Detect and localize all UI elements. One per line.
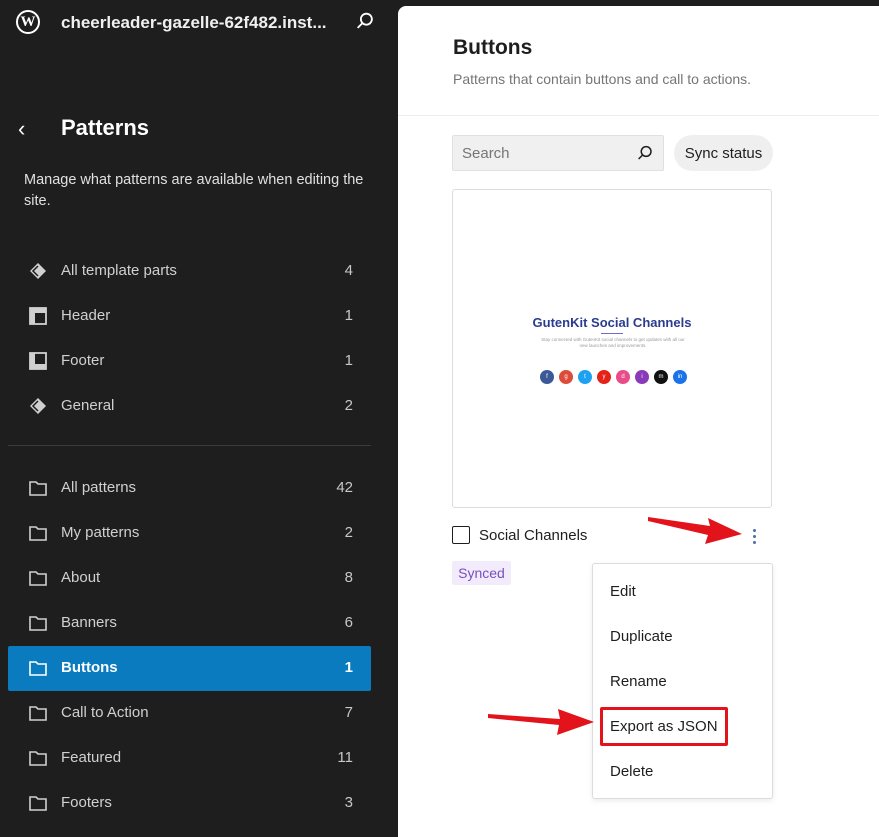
- sidebar-item-label: Banners: [61, 614, 117, 631]
- sidebar-item-my-patterns[interactable]: My patterns 2: [8, 511, 371, 556]
- sidebar-item-count: 2: [344, 524, 353, 541]
- menu-item-edit[interactable]: Edit: [593, 572, 772, 612]
- sidebar-item-about[interactable]: About 8: [8, 556, 371, 601]
- sidebar-item-general[interactable]: General 2: [8, 384, 371, 429]
- menu-item-duplicate[interactable]: Duplicate: [593, 617, 772, 657]
- topbar: W cheerleader-gazelle-62f482.inst...: [0, 0, 398, 48]
- instagram-icon: i: [635, 370, 649, 384]
- dribbble-icon: d: [616, 370, 630, 384]
- sidebar-item-all-template-parts[interactable]: All template parts 4: [8, 249, 371, 294]
- sidebar-item-featured[interactable]: Featured 11: [8, 736, 371, 781]
- panel-description: Manage what patterns are available when …: [24, 172, 364, 209]
- search-input[interactable]: [453, 136, 633, 170]
- preview-text: Stay connected with GutenKit social chan…: [541, 337, 685, 348]
- social-icons-row: f g t y d i m in: [540, 370, 687, 384]
- more-vertical-icon[interactable]: [744, 525, 764, 547]
- sidebar-item-footer[interactable]: Footer 1: [8, 339, 371, 384]
- main-content: Buttons Patterns that contain buttons an…: [398, 6, 879, 837]
- sidebar-item-header[interactable]: Header 1: [8, 294, 371, 339]
- preview-heading-underline: [601, 333, 623, 334]
- synced-badge: Synced: [452, 561, 511, 585]
- sidebar-item-count: 7: [344, 704, 353, 721]
- sidebar-item-count: 2: [344, 397, 353, 414]
- pattern-actions-menu: Edit Duplicate Rename Export as JSON Del…: [592, 563, 773, 799]
- page-subtitle: Patterns that contain buttons and call t…: [453, 71, 752, 87]
- sidebar: W cheerleader-gazelle-62f482.inst... ‹ P…: [0, 0, 398, 837]
- sidebar-divider: [8, 445, 371, 446]
- template-parts-list: All template parts 4 Header 1 Footer 1 G…: [8, 249, 371, 429]
- panel-title: Patterns: [61, 115, 150, 140]
- sidebar-item-all-patterns[interactable]: All patterns 42: [8, 466, 371, 511]
- diamond-icon: [30, 398, 46, 414]
- sidebar-item-count: 4: [344, 262, 353, 279]
- pattern-preview[interactable]: GutenKit Social Channels Stay connected …: [452, 189, 772, 508]
- medium-icon: m: [654, 370, 668, 384]
- sidebar-item-label: All patterns: [61, 479, 137, 496]
- pattern-categories-list: All patterns 42 My patterns 2 About 8 Ba…: [8, 466, 371, 826]
- sidebar-item-label: Featured: [61, 749, 122, 766]
- sidebar-item-count: 6: [344, 614, 353, 631]
- sidebar-item-count: 11: [337, 749, 353, 766]
- folder-icon: [29, 571, 47, 586]
- folder-icon: [29, 616, 47, 631]
- youtube-icon: y: [597, 370, 611, 384]
- sidebar-item-count: 1: [344, 659, 353, 676]
- sidebar-item-label: My patterns: [61, 524, 140, 541]
- search-icon[interactable]: [354, 10, 376, 32]
- sidebar-item-count: 3: [344, 794, 353, 811]
- sidebar-item-count: 1: [344, 307, 353, 324]
- menu-item-delete[interactable]: Delete: [593, 752, 772, 792]
- chevron-left-icon[interactable]: ‹: [18, 117, 36, 141]
- sidebar-item-label: Footer: [61, 352, 105, 369]
- header-divider: [398, 115, 879, 116]
- sidebar-item-count: 42: [336, 479, 353, 496]
- google-plus-icon: g: [559, 370, 573, 384]
- sidebar-item-label: Buttons: [61, 659, 118, 676]
- sidebar-item-buttons[interactable]: Buttons 1: [8, 646, 371, 691]
- search-field: [452, 135, 664, 171]
- menu-item-export-json[interactable]: Export as JSON: [593, 707, 772, 747]
- twitter-icon: t: [578, 370, 592, 384]
- sidebar-item-footers[interactable]: Footers 3: [8, 781, 371, 826]
- footer-layout-icon: [29, 352, 47, 370]
- search-icon[interactable]: [636, 144, 654, 162]
- diamond-icon: [30, 263, 46, 279]
- page-title: Buttons: [453, 36, 533, 59]
- sidebar-item-count: 1: [344, 352, 353, 369]
- pattern-select-checkbox[interactable]: [452, 526, 470, 544]
- linkedin-icon: in: [673, 370, 687, 384]
- sidebar-item-banners[interactable]: Banners 6: [8, 601, 371, 646]
- wordpress-logo-icon[interactable]: W: [16, 10, 40, 34]
- folder-icon: [29, 706, 47, 721]
- sidebar-item-count: 8: [344, 569, 353, 586]
- pattern-title[interactable]: Social Channels: [479, 527, 587, 544]
- folder-icon: [29, 481, 47, 496]
- site-title[interactable]: cheerleader-gazelle-62f482.inst...: [61, 13, 331, 33]
- sidebar-item-label: About: [61, 569, 101, 586]
- preview-heading: GutenKit Social Channels: [532, 315, 692, 330]
- folder-icon: [29, 751, 47, 766]
- sync-status-button[interactable]: Sync status: [674, 135, 773, 171]
- sidebar-item-label: Call to Action: [61, 704, 149, 721]
- sidebar-item-label: General: [61, 397, 115, 414]
- sidebar-item-label: All template parts: [61, 262, 177, 279]
- sidebar-item-call-to-action[interactable]: Call to Action 7: [8, 691, 371, 736]
- folder-icon: [29, 796, 47, 811]
- sidebar-item-label: Footers: [61, 794, 112, 811]
- folder-icon: [29, 526, 47, 541]
- folder-icon: [29, 661, 47, 676]
- sidebar-item-label: Header: [61, 307, 111, 324]
- header-layout-icon: [29, 307, 47, 325]
- menu-item-rename[interactable]: Rename: [593, 662, 772, 702]
- facebook-icon: f: [540, 370, 554, 384]
